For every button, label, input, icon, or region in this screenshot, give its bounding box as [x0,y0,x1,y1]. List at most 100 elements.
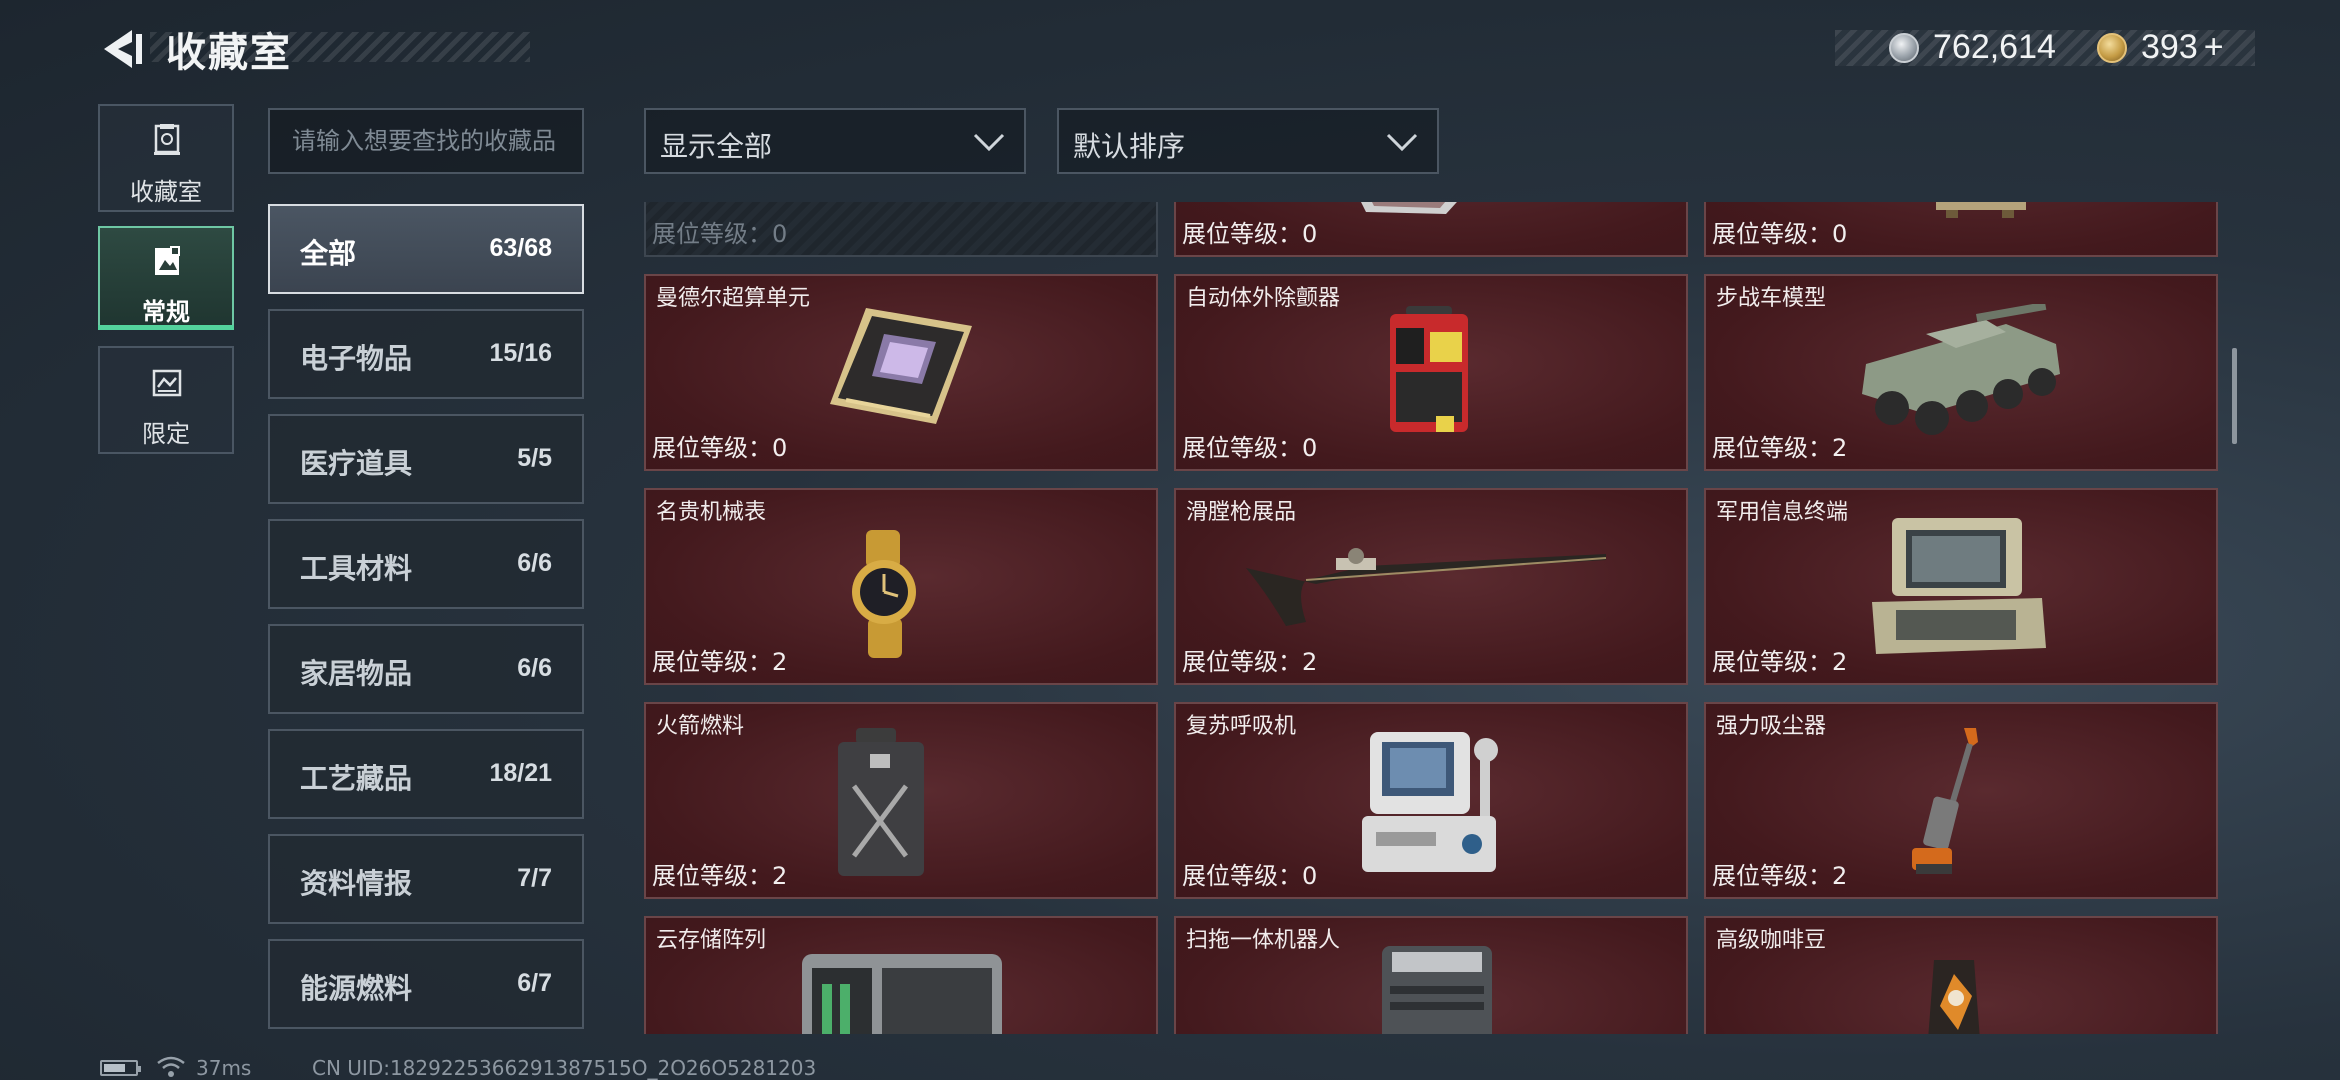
military-terminal-image [1872,518,2046,654]
item-level: 展位等级：0 [1712,220,1848,248]
item-level: 展位等级：0 [652,434,788,462]
mopping-robot-image [1382,946,1492,1034]
item-level: 展位等级：0 [1182,434,1318,462]
item-level: 展位等级：2 [1712,862,1848,890]
item-level: 展位等级：2 [1712,434,1848,462]
item-level: 展位等级：0 [652,220,788,248]
item-name: 名贵机械表 [656,500,767,525]
wifi-icon [157,1056,185,1077]
item-image [1361,202,1457,214]
item-level: 展位等级：2 [1182,648,1318,676]
sort-dropdown[interactable]: 默认排序 [1057,108,1439,174]
collection-card[interactable]: 扫拖一体机器人 [1174,916,1688,1034]
collection-card[interactable]: 强力吸尘器 展位等级：2 [1704,702,2218,899]
category-name: 工具材料 [300,552,413,585]
mode-label: 收藏室 [130,178,202,206]
category-count: 63/68 [489,234,552,262]
gold-coin-icon [2097,33,2127,63]
collection-card[interactable]: 火箭燃料 展位等级：2 [644,702,1158,899]
item-name: 扫拖一体机器人 [1186,928,1341,953]
back-arrow-icon[interactable] [98,26,144,72]
gold-balance[interactable]: 393 + [2141,28,2224,67]
mode-tab-regular[interactable]: 常规 [98,226,234,330]
defibrillator-image [1390,306,1468,432]
mode-tab-limited[interactable]: 限定 [98,346,234,454]
collection-grid[interactable]: 展位等级：0 展位等级：0 展位等级：0 曼德尔超算单元 展位等级：0 自动体外… [644,202,2220,1034]
mode-label: 常规 [142,298,190,326]
ifv-model-image [1862,304,2060,435]
currency-bar: 762,614 393 + [1835,28,2255,67]
network-ping: 37ms [196,1056,252,1080]
page-title: 收藏室 [166,30,292,76]
collection-card[interactable]: 复苏呼吸机 展位等级：0 [1174,702,1688,899]
item-name: 火箭燃料 [656,714,745,739]
item-level: 展位等级：2 [652,648,788,676]
category-crafts[interactable]: 工艺藏品 18/21 [268,729,584,819]
category-household[interactable]: 家居物品 6/6 [268,624,584,714]
vacuum-cleaner-image [1912,728,1978,874]
coffee-beans-bag-image [1928,960,1980,1034]
add-currency-button[interactable]: + [2204,28,2224,66]
category-count: 15/16 [489,339,552,367]
collection-card[interactable]: 军用信息终端 展位等级：2 [1704,488,2218,685]
category-name: 工艺藏品 [300,762,413,795]
item-name: 步战车模型 [1716,286,1827,311]
item-level: 展位等级：0 [1182,220,1318,248]
item-level: 展位等级：2 [652,862,788,890]
search-input[interactable] [270,110,582,172]
category-intel[interactable]: 资料情报 7/7 [268,834,584,924]
collection-card[interactable]: 高级咖啡豆 [1704,916,2218,1034]
collection-card[interactable]: 自动体外除颤器 展位等级：0 [1174,274,1688,471]
search-box[interactable] [268,108,584,174]
item-name: 曼德尔超算单元 [656,286,811,311]
mode-label: 限定 [142,420,190,448]
collection-card[interactable]: 展位等级：0 [1174,202,1688,257]
item-level: 展位等级：2 [1712,648,1848,676]
user-uid: CN UID:1829225366291387515O_2O26O5281203 [312,1056,817,1080]
category-count: 6/6 [517,549,552,577]
category-count: 6/7 [517,969,552,997]
category-count: 5/5 [517,444,552,472]
chevron-down-icon [973,133,1005,152]
display-filter-dropdown[interactable]: 显示全部 [644,108,1026,174]
category-name: 能源燃料 [300,972,413,1005]
item-name: 强力吸尘器 [1716,714,1827,739]
collection-room-icon [154,124,180,155]
rocket-fuel-can-image [838,728,924,876]
grid-scrollbar[interactable] [2232,348,2237,444]
category-count: 7/7 [517,864,552,892]
item-name: 军用信息终端 [1716,500,1849,525]
category-count: 18/21 [489,759,552,787]
category-name: 资料情报 [300,867,413,900]
musket-image [1246,548,1607,626]
mode-tab-collection-room[interactable]: 收藏室 [98,104,234,212]
collection-card[interactable]: 曼德尔超算单元 展位等级：0 [644,274,1158,471]
category-electronics[interactable]: 电子物品 15/16 [268,309,584,399]
collection-card[interactable]: 展位等级：0 [1704,202,2218,257]
item-name: 自动体外除颤器 [1186,286,1341,311]
category-all[interactable]: 全部 63/68 [268,204,584,294]
collection-card[interactable]: 展位等级：0 [644,202,1158,257]
item-name: 高级咖啡豆 [1716,928,1827,953]
cloud-storage-array-image [802,954,1002,1034]
item-name: 复苏呼吸机 [1186,714,1297,739]
collection-card[interactable]: 名贵机械表 展位等级：2 [644,488,1158,685]
collection-card[interactable]: 步战车模型 展位等级：2 [1704,274,2218,471]
category-medical[interactable]: 医疗道具 5/5 [268,414,584,504]
silver-coin-icon [1889,33,1919,63]
category-fuel[interactable]: 能源燃料 6/7 [268,939,584,1029]
collection-card[interactable]: 滑膛枪展品 展位等级：2 [1174,488,1688,685]
item-name: 滑膛枪展品 [1186,500,1297,525]
battery-icon [100,1060,141,1076]
category-tools[interactable]: 工具材料 6/6 [268,519,584,609]
display-filter-value: 显示全部 [660,130,773,163]
collection-card[interactable]: 云存储阵列 [644,916,1158,1034]
limited-icon [152,369,182,397]
luxury-watch-image [852,530,916,658]
status-bar: 37ms CN UID:1829225366291387515O_2O26O52… [0,1054,2340,1080]
category-name: 全部 [300,237,357,270]
sort-value: 默认排序 [1073,130,1186,163]
header: 收藏室 762,614 393 + [0,0,2340,100]
item-level: 展位等级：0 [1182,862,1318,890]
category-name: 家居物品 [300,657,413,690]
